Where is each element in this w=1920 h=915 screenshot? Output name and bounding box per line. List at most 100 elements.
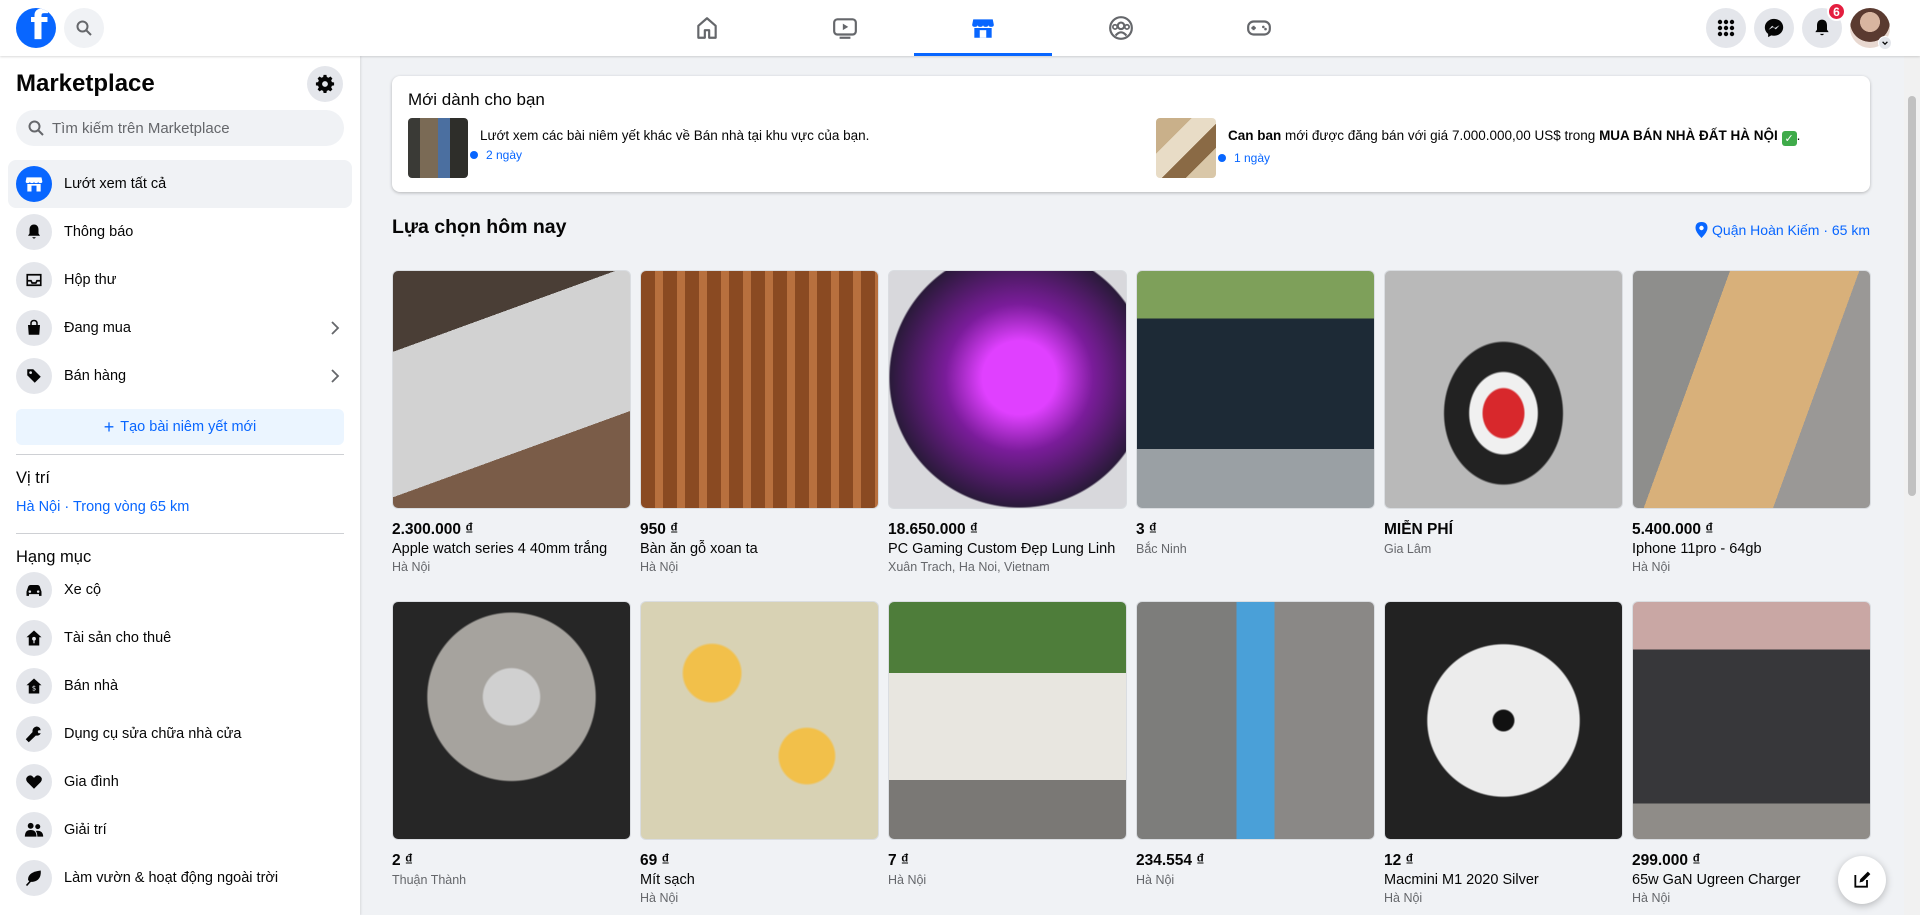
- heart-icon: [16, 764, 52, 800]
- sidebar-item-label: Bán hàng: [64, 368, 127, 384]
- top-navigation-bar: f 6: [0, 0, 1920, 56]
- tab-home[interactable]: [638, 0, 776, 56]
- listing-card[interactable]: 12 ₫ Macmini M1 2020 Silver Hà Nội: [1384, 601, 1623, 915]
- gear-icon: [315, 74, 335, 93]
- leaf-icon: [16, 860, 52, 896]
- listing-location: Gia Lâm: [1384, 542, 1432, 556]
- facebook-logo[interactable]: f: [16, 8, 56, 48]
- search-button[interactable]: [64, 8, 104, 48]
- page-scrollbar[interactable]: [1904, 56, 1920, 915]
- notifications-button[interactable]: 6: [1802, 2, 1846, 48]
- listing-card[interactable]: 69 ₫ Mít sạch Hà Nội: [640, 601, 879, 915]
- people-icon: [16, 812, 52, 848]
- listing-location: Hà Nội: [640, 891, 679, 905]
- notification-home-sales[interactable]: Lướt xem các bài niêm yết khác về Bán nh…: [408, 118, 869, 178]
- listing-title: 65w GaN Ugreen Charger: [1632, 872, 1801, 888]
- notification-new-listing[interactable]: Can ban mới được đăng bán với giá 7.000.…: [1156, 118, 1800, 178]
- listing-card[interactable]: 5.400.000 ₫ Iphone 11pro - 64gb Hà Nội: [1632, 270, 1871, 601]
- marketplace-search-input[interactable]: [52, 119, 332, 137]
- menu-button[interactable]: [1706, 8, 1746, 48]
- listing-title: PC Gaming Custom Đẹp Lung Linh: [888, 541, 1116, 557]
- listing-location: Hà Nội: [1384, 891, 1423, 905]
- sidebar-item-label: Hộp thư: [64, 272, 117, 288]
- location-heading: Vị trí: [16, 469, 50, 487]
- new-for-you-card: Mới dành cho bạn Lướt xem các bài niêm y…: [392, 76, 1870, 192]
- listing-card[interactable]: 18.650.000 ₫ PC Gaming Custom Đẹp Lung L…: [888, 270, 1127, 601]
- groups-icon: [1109, 16, 1133, 40]
- sidebar-item-inbox[interactable]: Hộp thư: [8, 256, 352, 304]
- listing-price: 234.554 ₫: [1136, 852, 1205, 869]
- new-message-button[interactable]: [1838, 856, 1886, 904]
- listing-card[interactable]: 950 ₫ Bàn ăn gỗ xoan ta Hà Nội: [640, 270, 879, 601]
- messenger-button[interactable]: [1754, 8, 1794, 48]
- sidebar-item-selling[interactable]: Bán hàng: [8, 352, 352, 400]
- listing-card[interactable]: 3 ₫ Bắc Ninh: [1136, 270, 1375, 601]
- marketplace-icon: [972, 19, 994, 38]
- sidebar-title: Marketplace: [16, 70, 155, 97]
- listing-location: Hà Nội: [1136, 873, 1175, 887]
- tab-groups[interactable]: [1052, 0, 1190, 56]
- category-home-sales[interactable]: $ Bán nhà: [8, 662, 352, 710]
- marketplace-search[interactable]: [16, 110, 344, 146]
- profile-avatar[interactable]: [1850, 8, 1892, 50]
- scrollbar-thumb[interactable]: [1908, 96, 1916, 496]
- category-vehicles[interactable]: Xe cộ: [8, 566, 352, 614]
- listing-card[interactable]: 2 ₫ Thuận Thành: [392, 601, 631, 915]
- top-right-actions: 6: [1706, 2, 1892, 50]
- interior-thumbnail: [1156, 118, 1216, 178]
- listing-price: 69 ₫: [640, 852, 670, 869]
- category-rentals[interactable]: Tài sản cho thuê: [8, 614, 352, 662]
- category-label: Giải trí: [64, 822, 107, 838]
- listing-title: Macmini M1 2020 Silver: [1384, 872, 1539, 888]
- inbox-icon: [16, 262, 52, 298]
- chevron-right-icon: [331, 369, 340, 383]
- category-garden-outdoor[interactable]: Làm vườn & hoạt động ngoài trời: [8, 854, 352, 902]
- notification-count-badge: 6: [1827, 2, 1846, 21]
- marketplace-sidebar: Marketplace Lướt xem tất cả Thông báo Hộ…: [0, 56, 360, 915]
- listing-card[interactable]: 2.300.000 ₫ Apple watch series 4 40mm tr…: [392, 270, 631, 601]
- tab-gaming[interactable]: [1190, 0, 1328, 56]
- todays-picks-heading: Lựa chọn hôm nay: [392, 216, 567, 238]
- tab-marketplace[interactable]: [914, 0, 1052, 56]
- shopping-bag-icon: [16, 310, 52, 346]
- grid-menu-icon: [1717, 19, 1735, 37]
- tab-video[interactable]: [776, 0, 914, 56]
- listing-price: 2.300.000 ₫: [392, 521, 474, 538]
- wrench-icon: [16, 716, 52, 752]
- category-label: Bán nhà: [64, 678, 119, 694]
- listing-photo-bicycle: [1136, 601, 1375, 840]
- category-entertainment[interactable]: Giải trí: [8, 806, 352, 854]
- notification-text: Can ban mới được đăng bán với giá 7.000.…: [1228, 128, 1800, 146]
- sidebar-item-buying[interactable]: Đang mua: [8, 304, 352, 352]
- category-family[interactable]: Gia đình: [8, 758, 352, 806]
- bell-icon: [16, 214, 52, 250]
- tag-icon: [16, 358, 52, 394]
- chevron-right-icon: [331, 321, 340, 335]
- sidebar-item-browse-all[interactable]: Lướt xem tất cả: [8, 160, 352, 208]
- bell-icon: [1815, 19, 1829, 36]
- listing-card[interactable]: 234.554 ₫ Hà Nội: [1136, 601, 1375, 915]
- listing-photo-mac-mini: [1384, 601, 1623, 840]
- facebook-logo-letter: f: [30, 8, 48, 48]
- listing-price: 12 ₫: [1384, 852, 1414, 869]
- categories-list: Xe cộ Tài sản cho thuê $ Bán nhà Dụng cụ…: [8, 566, 352, 902]
- listing-price: 5.400.000 ₫: [1632, 521, 1714, 538]
- listing-card[interactable]: 7 ₫ Hà Nội: [888, 601, 1127, 915]
- messenger-icon: [1764, 18, 1784, 38]
- listing-card[interactable]: MIỄN PHÍ Gia Lâm: [1384, 270, 1623, 601]
- compose-icon: [1854, 871, 1871, 888]
- sidebar-item-notifications[interactable]: Thông báo: [8, 208, 352, 256]
- car-icon: [16, 572, 52, 608]
- listing-photo-iphone: [1632, 270, 1871, 509]
- location-link[interactable]: Quận Hoàn Kiếm · 65 km: [1695, 222, 1870, 238]
- listing-card[interactable]: 299.000 ₫ 65w GaN Ugreen Charger Hà Nội: [1632, 601, 1871, 915]
- listing-photo-jackfruit: [640, 601, 879, 840]
- listing-location: Bắc Ninh: [1136, 542, 1187, 556]
- listing-photo-motorbike: [1384, 270, 1623, 509]
- settings-button[interactable]: [307, 66, 343, 102]
- category-home-improvement[interactable]: Dụng cụ sửa chữa nhà cửa: [8, 710, 352, 758]
- create-listing-button[interactable]: + Tạo bài niêm yết mới: [16, 409, 344, 445]
- location-link-text: Quận Hoàn Kiếm · 65 km: [1712, 222, 1870, 238]
- home-icon: [697, 17, 717, 39]
- location-filter-link[interactable]: Hà Nội · Trong vòng 65 km: [16, 499, 189, 515]
